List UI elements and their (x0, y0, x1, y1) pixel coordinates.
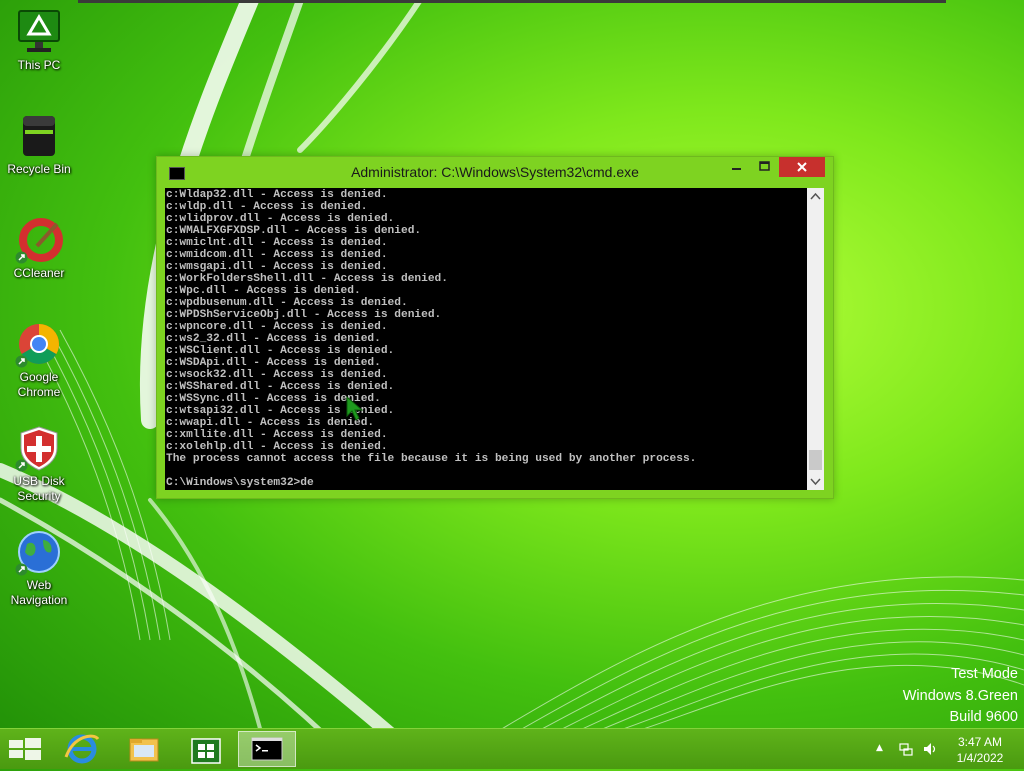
console-area[interactable]: c:Wldap32.dll - Access is denied. c:wldp.… (165, 188, 824, 490)
console-line: c:wmiclnt.dll - Access is denied. (166, 237, 388, 249)
desktop-icon-label: USB Disk Security (13, 474, 65, 503)
minimize-icon (732, 168, 741, 170)
console-line: The process cannot access the file becau… (166, 453, 697, 465)
show-hidden-icons-arrow[interactable]: ▲ (876, 743, 886, 753)
console-line: c:Wpc.dll - Access is denied. (166, 285, 361, 297)
test-mode-watermark: Test Mode Windows 8.Green Build 9600 (903, 664, 1018, 729)
desktop-icon-label: Google Chrome (17, 370, 61, 399)
desktop-icon-label: This PC (17, 58, 61, 72)
desktop-icon-google-chrome[interactable]: Google Chrome (4, 320, 74, 400)
recycle-bin-icon (15, 112, 63, 160)
volume-icon[interactable] (922, 741, 938, 757)
console-line: c:xmllite.dll - Access is denied. (166, 429, 388, 441)
console-line: c:wtsapi32.dll - Access is denied. (166, 405, 395, 417)
console-line: c:wsock32.dll - Access is denied. (166, 369, 388, 381)
watermark-line-1: Test Mode (951, 666, 1018, 682)
window-edge-strip (78, 0, 946, 3)
console-line: c:WSShared.dll - Access is denied. (166, 381, 395, 393)
watermark-line-2: Windows 8.Green (902, 687, 1018, 704)
network-icon[interactable] (898, 741, 914, 757)
start-button[interactable] (0, 731, 56, 767)
clock-time: 3:47 AM (957, 735, 1003, 749)
scroll-up-icon[interactable] (807, 188, 824, 205)
console-line: c:wpdbusenum.dll - Access is denied. (166, 297, 408, 309)
desktop-icon-label: Web Navigation (10, 578, 68, 607)
globe-icon (15, 528, 63, 576)
vertical-scrollbar[interactable] (807, 188, 824, 490)
start-icon (9, 738, 41, 760)
store-icon (191, 738, 221, 764)
scroll-down-icon[interactable] (807, 473, 824, 490)
mouse-cursor-icon (346, 396, 364, 421)
internet-explorer-icon (64, 734, 100, 764)
console-line: c:wmidcom.dll - Access is denied. (166, 249, 388, 261)
cmd-icon (251, 737, 283, 761)
maximize-icon (759, 161, 770, 171)
system-clock[interactable]: 3:47 AM 1/4/2022 (950, 734, 1010, 766)
taskbar[interactable]: ▲ 3:47 AM 1/4/2022 (0, 728, 1024, 769)
desktop-icon-web-navigation[interactable]: Web Navigation (4, 528, 74, 608)
ccleaner-icon (15, 216, 63, 264)
close-icon (797, 162, 807, 172)
cmd-titlebar[interactable]: Administrator: C:\Windows\System32\cmd.e… (157, 157, 833, 188)
console-output[interactable]: c:Wldap32.dll - Access is denied. c:wldp.… (166, 189, 806, 489)
console-line: c:wwapi.dll - Access is denied. (166, 417, 375, 429)
desktop-icon-usb-disk-security[interactable]: USB Disk Security (4, 424, 74, 504)
file-explorer-icon (129, 738, 159, 762)
this-pc-icon (15, 8, 63, 56)
watermark-line-3: Build 9600 (949, 709, 1018, 725)
taskbar-internet-explorer[interactable] (54, 731, 110, 767)
console-line: c:WSDApi.dll - Access is denied. (166, 357, 381, 369)
desktop-icon-ccleaner[interactable]: CCleaner (4, 216, 74, 281)
minimize-button[interactable] (723, 157, 750, 177)
console-line: c:ws2_32.dll - Access is denied. (166, 333, 381, 345)
cmd-window[interactable]: Administrator: C:\Windows\System32\cmd.e… (156, 156, 834, 499)
taskbar-file-explorer[interactable] (116, 731, 172, 767)
desktop-icon-label: Recycle Bin (7, 162, 71, 176)
console-line: c:WSClient.dll - Access is denied. (166, 345, 395, 357)
desktop-icon-this-pc[interactable]: This PC (4, 8, 74, 73)
console-line: c:Wldap32.dll - Access is denied. (166, 189, 388, 201)
close-button[interactable] (779, 157, 825, 177)
scroll-thumb[interactable] (809, 450, 822, 470)
console-line: c:WorkFoldersShell.dll - Access is denie… (166, 273, 448, 285)
console-line: c:wldp.dll - Access is denied. (166, 201, 368, 213)
console-line: c:wlidprov.dll - Access is denied. (166, 213, 395, 225)
console-line: c:xolehlp.dll - Access is denied. (166, 441, 388, 453)
taskbar-store[interactable] (178, 731, 234, 767)
console-line: c:wpncore.dll - Access is denied. (166, 321, 388, 333)
console-line: c:WMALFXGFXDSP.dll - Access is denied. (166, 225, 422, 237)
chrome-icon (15, 320, 63, 368)
taskbar-cmd[interactable] (238, 731, 296, 767)
shield-icon (15, 424, 63, 472)
desktop-icon-recycle-bin[interactable]: Recycle Bin (4, 112, 74, 177)
console-line: c:wmsgapi.dll - Access is denied. (166, 261, 388, 273)
maximize-button[interactable] (751, 157, 778, 177)
desktop-icon-label: CCleaner (13, 266, 65, 280)
console-line: c:WSSync.dll - Access is denied. (166, 393, 381, 405)
console-line: c:WPDShServiceObj.dll - Access is denied… (166, 309, 442, 321)
console-line: C:\Windows\system32>de (166, 477, 314, 489)
clock-date: 1/4/2022 (956, 751, 1004, 765)
